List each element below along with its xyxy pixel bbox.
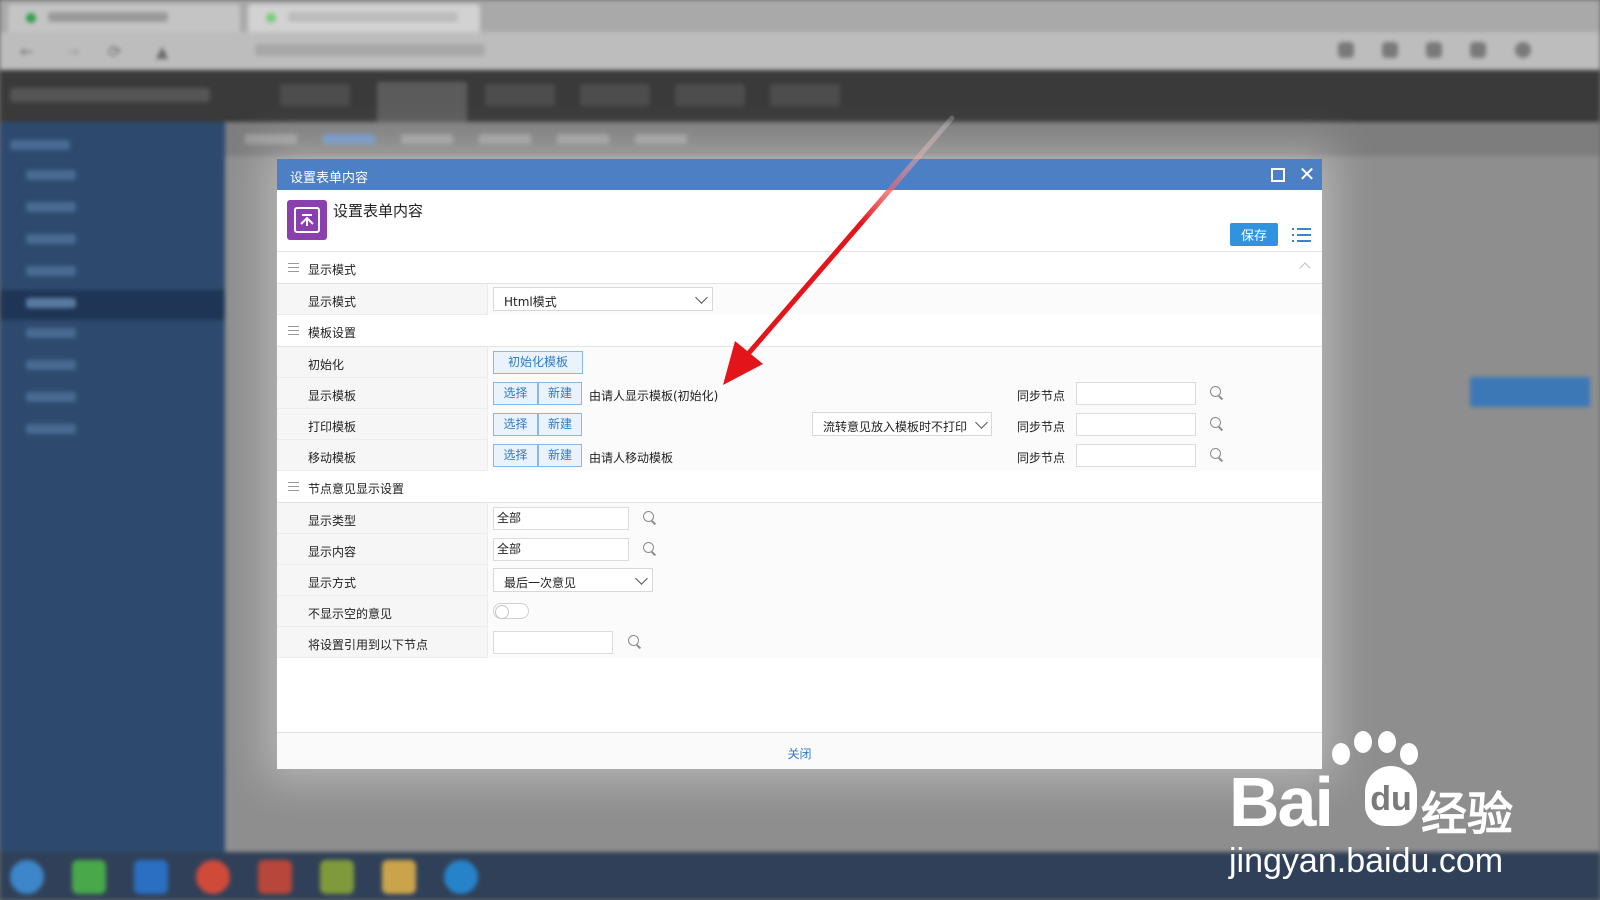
section-handle-icon	[288, 482, 299, 491]
search-icon[interactable]	[1209, 447, 1225, 463]
display-content-input[interactable]: 全部	[493, 538, 629, 561]
maximize-icon[interactable]	[1270, 167, 1285, 182]
row-label: 显示类型	[308, 514, 357, 528]
app-top-bar	[0, 70, 1600, 122]
dialog-title: 设置表单内容	[290, 171, 369, 186]
close-link[interactable]: 关闭	[277, 745, 1322, 762]
row-display-method: 显示方式 最后一次意见	[277, 565, 1322, 596]
row-label: 显示模式	[308, 295, 357, 309]
section-handle-icon	[288, 263, 299, 272]
row-label: 显示模板	[308, 389, 357, 403]
display-sync-node-input[interactable]	[1076, 382, 1196, 405]
browser-tab	[8, 4, 240, 32]
select-value: 最后一次意见	[504, 576, 577, 590]
row-label: 打印模板	[308, 420, 357, 434]
sync-node-label: 同步节点	[1017, 389, 1066, 403]
chevron-down-icon	[635, 572, 648, 585]
row-initialize: 初始化 初始化模板	[277, 347, 1322, 378]
search-icon[interactable]	[642, 541, 658, 557]
list-menu-icon[interactable]	[1292, 224, 1312, 244]
header-title: 设置表单内容	[333, 202, 424, 220]
row-label: 移动模板	[308, 451, 357, 465]
browser-tab-bar	[0, 0, 1600, 32]
sync-node-label: 同步节点	[1017, 451, 1066, 465]
search-icon[interactable]	[1209, 416, 1225, 432]
section-handle-icon	[288, 326, 299, 335]
row-label: 将设置引用到以下节点	[308, 638, 429, 652]
row-print-template: 打印模板 选择 新建 流转意见放入模板时不打印 同步节点	[277, 409, 1322, 440]
print-sync-node-input[interactable]	[1076, 413, 1196, 436]
mobile-template-select-button[interactable]: 选择	[493, 444, 538, 467]
section-title: 节点意见显示设置	[308, 482, 405, 496]
row-label: 显示内容	[308, 545, 357, 559]
row-display-template: 显示模板 选择 新建 由请人显示模板(初始化) 同步节点	[277, 378, 1322, 409]
display-mode-select[interactable]: Html模式	[493, 287, 713, 311]
row-label: 初始化	[308, 358, 345, 372]
display-template-new-button[interactable]: 新建	[538, 382, 582, 405]
display-template-current: 由请人显示模板(初始化)	[589, 389, 719, 403]
row-label: 不显示空的意见	[308, 607, 393, 621]
section-opinion-display[interactable]: 节点意见显示设置	[277, 471, 1322, 503]
select-value: Html模式	[504, 295, 557, 309]
section-title: 显示模式	[308, 263, 357, 277]
row-mobile-template: 移动模板 选择 新建 由请人移动模板 同步节点	[277, 440, 1322, 471]
section-display-mode[interactable]: 显示模式	[277, 252, 1322, 284]
section-title: 模板设置	[308, 326, 357, 340]
browser-tab-active	[248, 4, 480, 32]
app-sidebar	[0, 122, 225, 852]
collapse-chevron-icon[interactable]	[1299, 262, 1311, 274]
display-method-select[interactable]: 最后一次意见	[493, 568, 653, 592]
display-type-input[interactable]: 全部	[493, 507, 629, 530]
dialog-header: 设置表单内容 保存	[277, 190, 1322, 252]
search-icon[interactable]	[627, 634, 643, 650]
browser-address-bar: ← → ⟳ ▲	[0, 32, 1600, 70]
print-template-select-button[interactable]: 选择	[493, 413, 538, 436]
search-icon[interactable]	[1209, 385, 1225, 401]
dialog-title-bar: 设置表单内容 ✕	[277, 159, 1322, 190]
row-display-type: 显示类型 全部	[277, 503, 1322, 534]
print-option-select[interactable]: 流转意见放入模板时不打印	[812, 412, 992, 436]
close-icon[interactable]: ✕	[1297, 163, 1317, 185]
row-label: 显示方式	[308, 576, 357, 590]
mobile-template-new-button[interactable]: 新建	[538, 444, 582, 467]
os-taskbar	[0, 852, 1600, 900]
dialog-footer: 关闭	[277, 732, 1322, 769]
mobile-template-current: 由请人移动模板	[589, 451, 674, 465]
form-content-dialog: 设置表单内容 ✕ 设置表单内容 保存 显示模式 显示模式 Html模式 模板设置…	[277, 159, 1322, 769]
display-template-select-button[interactable]: 选择	[493, 382, 538, 405]
sync-node-label: 同步节点	[1017, 420, 1066, 434]
row-apply-nodes: 将设置引用到以下节点	[277, 627, 1322, 658]
select-value: 流转意见放入模板时不打印	[823, 420, 968, 434]
save-button[interactable]: 保存	[1230, 223, 1278, 246]
init-template-button[interactable]: 初始化模板	[493, 351, 583, 374]
row-display-content: 显示内容 全部	[277, 534, 1322, 565]
print-template-new-button[interactable]: 新建	[538, 413, 582, 436]
apply-nodes-input[interactable]	[493, 631, 613, 654]
row-hide-empty: 不显示空的意见	[277, 596, 1322, 627]
chevron-down-icon	[975, 416, 988, 429]
search-icon[interactable]	[642, 510, 658, 526]
form-logo-icon	[287, 200, 327, 240]
row-display-mode: 显示模式 Html模式	[277, 284, 1322, 315]
chevron-down-icon	[695, 291, 708, 304]
hide-empty-toggle[interactable]	[493, 603, 529, 619]
mobile-sync-node-input[interactable]	[1076, 444, 1196, 467]
section-template-settings[interactable]: 模板设置	[277, 315, 1322, 347]
